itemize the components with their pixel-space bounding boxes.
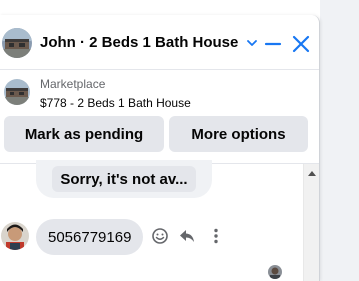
mark-as-pending-button[interactable]: Mark as pending	[4, 116, 164, 152]
message-bubble[interactable]: 5056779169	[36, 219, 144, 255]
listing-source: Marketplace	[40, 77, 106, 91]
chat-window: John · 2 Beds 1 Bath House Marketplace $…	[0, 15, 320, 281]
reply-icon[interactable]	[178, 227, 196, 245]
scroll-up-arrow-icon[interactable]	[308, 171, 316, 176]
message-thread[interactable]: Sorry, it's not av... 5056779169	[0, 160, 319, 281]
page-background	[320, 0, 359, 281]
seen-avatar	[268, 265, 282, 279]
more-options-button[interactable]: More options	[169, 116, 308, 152]
thread-scrollbar[interactable]	[303, 164, 319, 281]
previous-message-bubble: Sorry, it's not av...	[36, 160, 212, 198]
emoji-react-icon[interactable]	[151, 227, 169, 245]
listing-title: $778 - 2 Beds 1 Bath House	[40, 96, 191, 110]
previous-message-text: Sorry, it's not av...	[52, 166, 196, 192]
close-icon[interactable]	[291, 34, 311, 54]
sender-avatar[interactable]	[1, 222, 29, 250]
listing-thumbnail	[4, 79, 30, 105]
chat-title-button[interactable]: John · 2 Beds 1 Bath House	[40, 34, 258, 51]
chat-header: John · 2 Beds 1 Bath House	[0, 15, 319, 70]
chat-title: John · 2 Beds 1 Bath House	[40, 34, 239, 51]
contact-avatar[interactable]	[2, 28, 32, 58]
minimize-icon[interactable]	[264, 35, 282, 53]
chevron-down-icon	[247, 39, 258, 46]
more-vertical-icon[interactable]	[207, 227, 225, 245]
